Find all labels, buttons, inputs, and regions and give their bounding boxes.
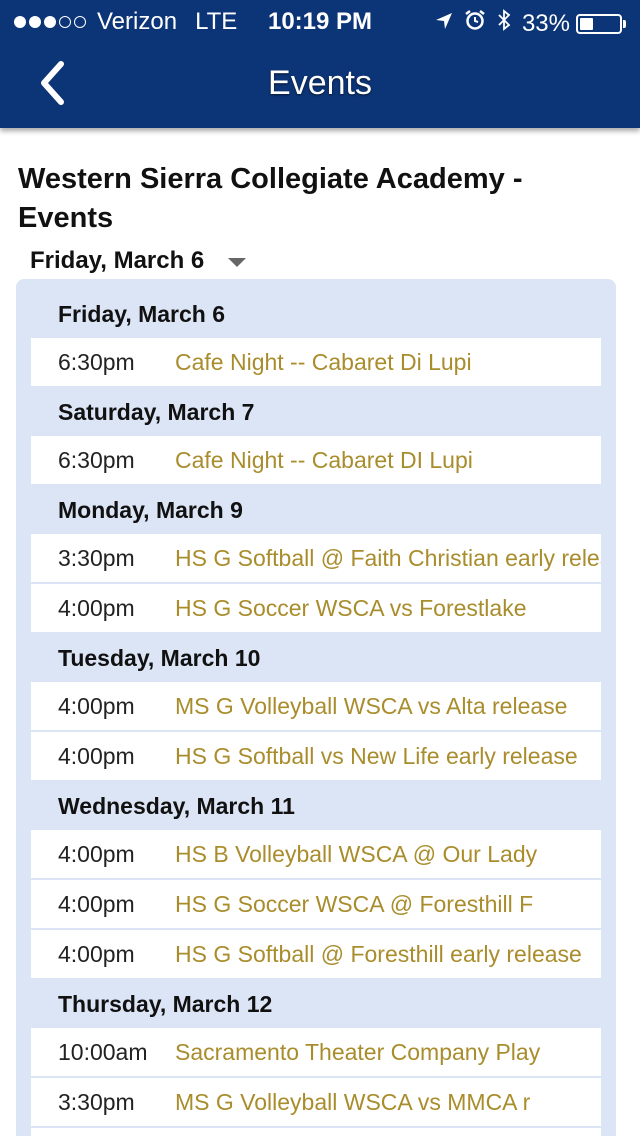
event-row[interactable]: 6:30pm Cafe Night -- Cabaret DI Lupi: [31, 436, 601, 484]
caret-down-icon: [228, 257, 247, 267]
alarm-clock-icon: [464, 9, 486, 38]
event-title: Cafe Night -- Cabaret Di Lupi: [175, 348, 472, 375]
event-time: 4:00pm: [58, 940, 135, 967]
event-time: 3:30pm: [58, 1088, 135, 1115]
location-arrow-icon: [434, 10, 454, 38]
battery-icon: [576, 13, 622, 34]
nav-title: Events: [268, 64, 372, 102]
battery-level: [580, 17, 593, 30]
day-header: Wednesday, March 11: [31, 782, 601, 830]
event-time: 6:30pm: [58, 348, 135, 375]
event-row[interactable]: 3:30pm HS G Softball @ Faith Christian ea…: [31, 534, 601, 582]
event-row[interactable]: 4:00pm HS G Soccer WSCA @ Foresthill F: [31, 880, 601, 928]
status-bar: Verizon LTE 10:19 PM 33%: [0, 0, 640, 42]
event-time: 4:00pm: [58, 742, 135, 769]
event-time: 4:00pm: [58, 890, 135, 917]
date-dropdown[interactable]: Friday, March 6: [30, 244, 247, 278]
event-time: 3:30pm: [58, 544, 135, 571]
event-time: 10:00am: [58, 1038, 148, 1065]
event-row[interactable]: 10:00am Sacramento Theater Company Play: [31, 1028, 601, 1076]
events-list: Friday, March 6 6:30pm Cafe Night -- Cabar…: [16, 279, 616, 1136]
event-row[interactable]: 4:00pm HS B Volleyball WSCA @ Our Lady: [31, 830, 601, 878]
day-header: Monday, March 9: [31, 486, 601, 534]
event-title: Cafe Night -- Cabaret DI Lupi: [175, 446, 473, 473]
event-row[interactable]: 4:00pm HS G Soccer WSCA vs Forestlake: [31, 584, 601, 632]
event-row[interactable]: 4:00pm MS G Volleyball WSCA vs Alta relea…: [31, 682, 601, 730]
battery-tip: [623, 19, 626, 28]
event-row[interactable]: 4:00pm HS G Softball vs New Life early re…: [31, 732, 601, 780]
navigation-bar: Verizon LTE 10:19 PM 33% Events: [0, 0, 640, 128]
event-title: HS G Softball @ Foresthill early release: [175, 940, 582, 967]
event-title: HS B Volleyball WSCA @ Our Lady: [175, 840, 538, 867]
event-row[interactable]: 4:00pm HS G Softball @ Foresthill early r…: [31, 930, 601, 978]
bluetooth-icon: [496, 8, 512, 39]
day-header: Thursday, March 12: [31, 980, 601, 1028]
event-time: 6:30pm: [58, 446, 135, 473]
event-title: MS G Volleyball WSCA vs Alta release: [175, 692, 568, 719]
event-title: HS G Soccer WSCA @ Foresthill F: [175, 890, 534, 917]
event-row[interactable]: 4:00pmHS Boys Baseball WSCA @ Valley: [31, 1128, 601, 1136]
event-title: MS G Volleyball WSCA vs MMCA r: [175, 1088, 531, 1115]
page-title: Western Sierra Collegiate Academy - Even…: [18, 163, 523, 234]
event-title: HS G Softball vs New Life early release: [175, 742, 578, 769]
battery-percent: 33%: [521, 9, 570, 37]
day-header: Saturday, March 7: [31, 388, 601, 436]
day-header: Tuesday, March 10: [31, 634, 601, 682]
day-header: Friday, March 6: [31, 290, 601, 338]
event-title: Sacramento Theater Company Play: [175, 1038, 541, 1065]
status-right: 33%: [434, 8, 626, 39]
event-row[interactable]: 3:30pm MS G Volleyball WSCA vs MMCA r: [31, 1078, 601, 1126]
event-time: 4:00pm: [58, 594, 135, 621]
event-row[interactable]: 6:30pm Cafe Night -- Cabaret Di Lupi: [31, 338, 601, 386]
event-title: HS G Soccer WSCA vs Forestlake: [175, 594, 527, 621]
selected-date: Friday, March 6: [30, 247, 205, 274]
event-time: 4:00pm: [58, 692, 135, 719]
event-title: HS G Softball @ Faith Christian early re…: [175, 544, 601, 571]
event-time: 4:00pm: [58, 840, 135, 867]
